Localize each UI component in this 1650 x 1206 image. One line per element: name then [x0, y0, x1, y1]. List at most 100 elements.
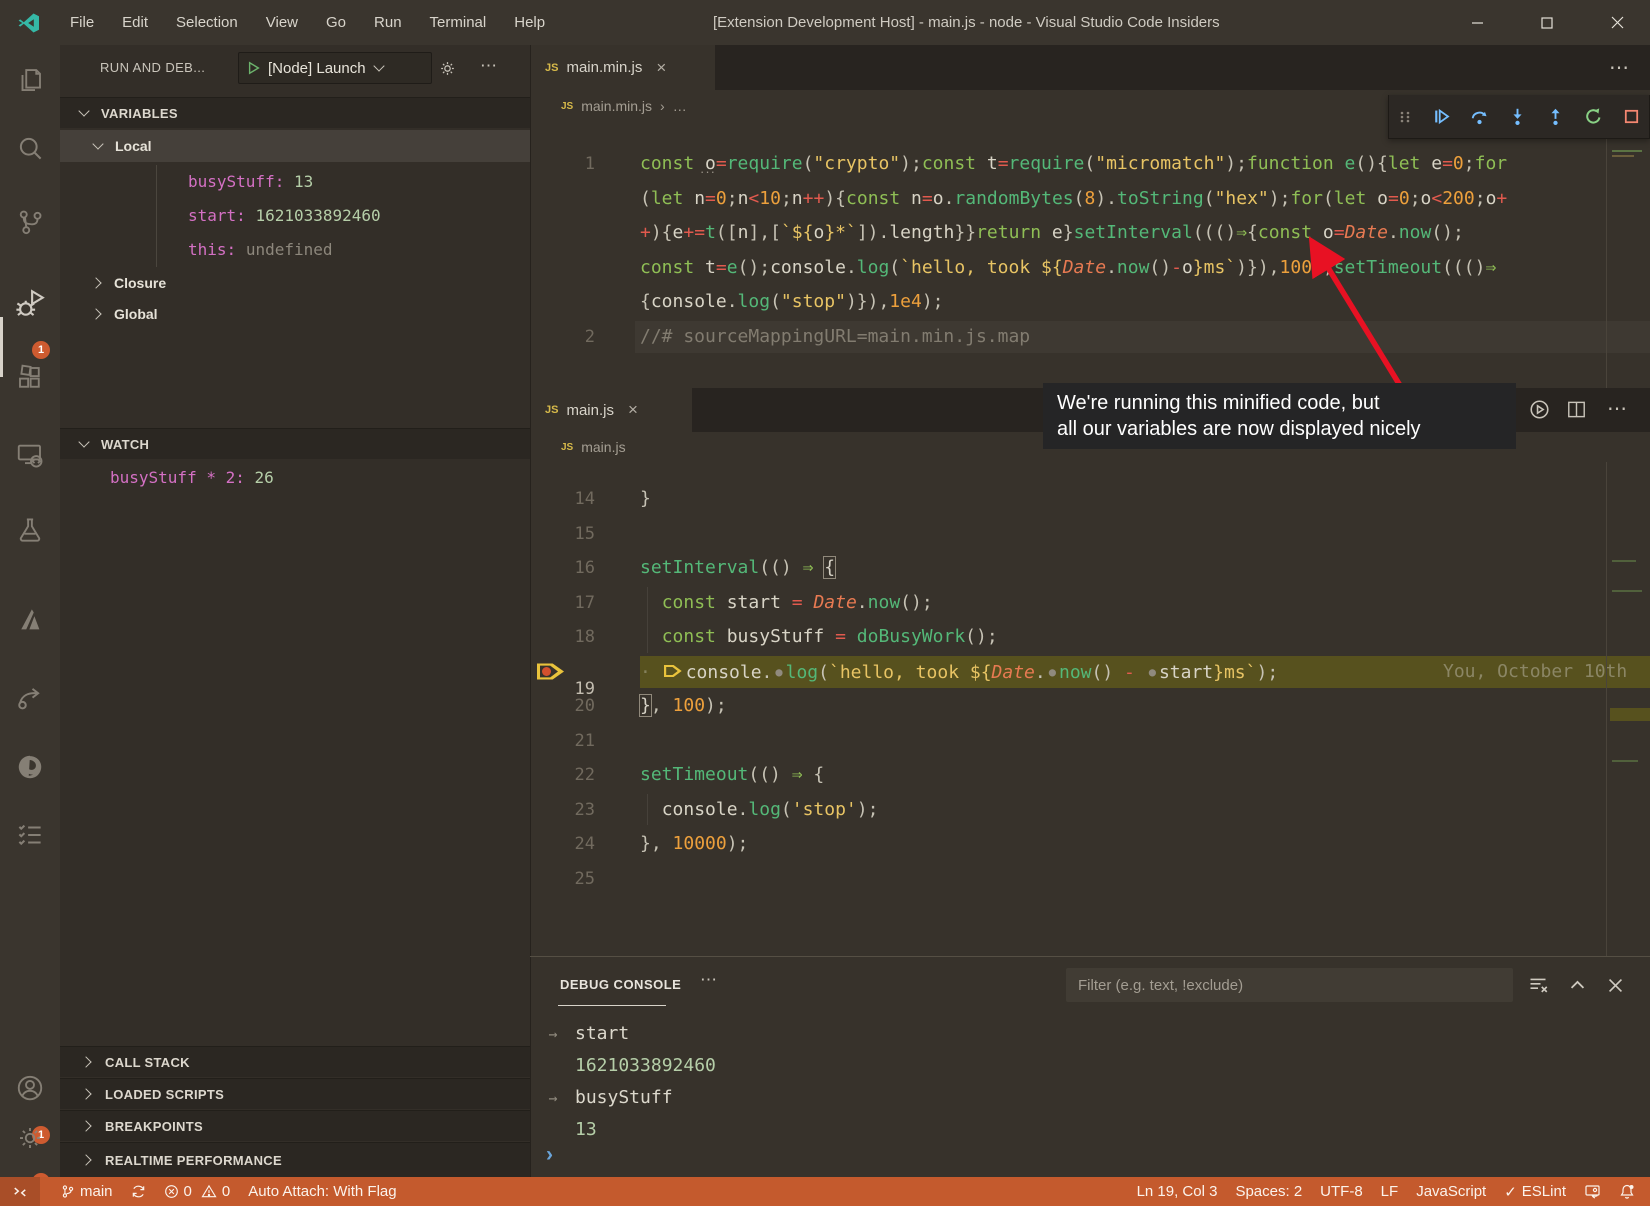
- maximize-button[interactable]: [1517, 0, 1577, 45]
- code-line[interactable]: const t=e();console.log(`hello, took ${D…: [530, 251, 1650, 286]
- variable-row[interactable]: start: 1621033892460: [188, 199, 381, 233]
- code-line[interactable]: 15: [530, 517, 1650, 552]
- variables-section-header[interactable]: VARIABLES: [60, 97, 530, 128]
- console-output-row[interactable]: 1621033892460: [530, 1050, 1650, 1082]
- code-line[interactable]: 24}, 10000);: [530, 827, 1650, 862]
- source-control-icon[interactable]: [15, 207, 45, 237]
- code-line[interactable]: 14}: [530, 482, 1650, 517]
- watch-section-header[interactable]: WATCH: [60, 428, 530, 459]
- sidebar-more-actions-icon[interactable]: ⋯: [480, 56, 498, 76]
- code-line[interactable]: 23 console.log('stop');: [530, 793, 1650, 828]
- editor-more-actions-icon[interactable]: ⋯: [1607, 396, 1628, 421]
- variable-row[interactable]: this: undefined: [188, 233, 333, 267]
- panel-top-border[interactable]: [530, 956, 1650, 957]
- feedback-button[interactable]: [1575, 1184, 1610, 1200]
- console-prompt-icon[interactable]: ›: [546, 1143, 553, 1167]
- menu-help[interactable]: Help: [500, 2, 559, 43]
- step-over-icon[interactable]: [1470, 107, 1489, 126]
- code-line[interactable]: 22setTimeout(() ⇒ {: [530, 758, 1650, 793]
- run-or-debug-icon[interactable]: [1529, 399, 1550, 420]
- toolbar-drag-handle-icon[interactable]: [1397, 109, 1413, 125]
- search-icon[interactable]: [15, 133, 45, 163]
- panel-collapse-chevron-icon[interactable]: [1568, 976, 1587, 995]
- continue-icon[interactable]: [1432, 107, 1451, 126]
- sync-button[interactable]: [122, 1184, 155, 1199]
- console-output-row[interactable]: 13: [530, 1114, 1650, 1146]
- notifications-button[interactable]: [1610, 1183, 1644, 1200]
- scope-closure-row[interactable]: Closure: [60, 267, 530, 298]
- problems-indicator[interactable]: 0 0: [155, 1183, 240, 1200]
- step-into-icon[interactable]: [1508, 107, 1527, 126]
- minimize-button[interactable]: [1447, 0, 1507, 45]
- menu-run[interactable]: Run: [360, 2, 416, 43]
- console-input-row[interactable]: →start: [530, 1018, 1650, 1050]
- breakpoints-section-header[interactable]: BREAKPOINTS: [60, 1110, 530, 1141]
- stop-icon[interactable]: [1622, 107, 1641, 126]
- code-line[interactable]: 16setInterval(() ⇒ {: [530, 551, 1650, 586]
- auto-attach-indicator[interactable]: Auto Attach: With Flag: [239, 1183, 405, 1200]
- loaded-scripts-section-header[interactable]: LOADED SCRIPTS: [60, 1078, 530, 1109]
- tab-close-icon[interactable]: ×: [656, 58, 666, 78]
- extensions-icon[interactable]: [15, 363, 45, 393]
- code-line[interactable]: 20}, 100);: [530, 689, 1650, 724]
- eol-indicator[interactable]: LF: [1372, 1183, 1408, 1200]
- encoding-indicator[interactable]: UTF-8: [1311, 1183, 1372, 1200]
- call-stack-section-header[interactable]: CALL STACK: [60, 1046, 530, 1077]
- accounts-icon[interactable]: [15, 1073, 45, 1103]
- clear-console-icon[interactable]: [1528, 975, 1548, 995]
- indentation-indicator[interactable]: Spaces: 2: [1226, 1183, 1311, 1200]
- close-panel-icon[interactable]: [1606, 976, 1625, 995]
- code-line[interactable]: {console.log("stop")}),1e4);: [530, 285, 1650, 320]
- restart-icon[interactable]: [1584, 107, 1603, 126]
- code-line[interactable]: 25: [530, 862, 1650, 897]
- task-list-icon[interactable]: [15, 820, 45, 850]
- scope-local-row[interactable]: Local: [60, 130, 530, 162]
- debug-settings-gear-icon[interactable]: [438, 59, 457, 78]
- explorer-icon[interactable]: [15, 65, 45, 95]
- azure-icon[interactable]: [15, 605, 45, 635]
- step-out-icon[interactable]: [1546, 107, 1565, 126]
- minimap-current-line-mark[interactable]: [1610, 708, 1650, 721]
- cursor-position-indicator[interactable]: Ln 19, Col 3: [1128, 1183, 1227, 1200]
- edge-browser-icon[interactable]: [15, 752, 45, 782]
- code-line[interactable]: 2//# sourceMappingURL=main.min.js.map: [530, 320, 1650, 355]
- scope-global-row[interactable]: Global: [60, 298, 530, 329]
- remote-explorer-icon[interactable]: [15, 440, 45, 470]
- start-debug-icon[interactable]: [247, 61, 261, 75]
- console-input-row[interactable]: →busyStuff: [530, 1082, 1650, 1114]
- tab-main-min-js[interactable]: JS main.min.js ×: [531, 45, 715, 90]
- code-line[interactable]: 17 const start = Date.now();: [530, 586, 1650, 621]
- editor-more-actions-icon[interactable]: ⋯: [1609, 55, 1630, 80]
- tab-close-icon[interactable]: ×: [628, 400, 638, 420]
- console-filter-input[interactable]: Filter (e.g. text, !exclude): [1066, 968, 1513, 1002]
- live-share-icon[interactable]: [15, 682, 45, 712]
- tab-main-js[interactable]: JS main.js ×: [531, 388, 692, 432]
- menu-go[interactable]: Go: [312, 2, 360, 43]
- panel-more-actions-icon[interactable]: ⋯: [700, 970, 718, 990]
- language-mode-indicator[interactable]: JavaScript: [1407, 1183, 1495, 1200]
- current-statement-breakpoint-icon[interactable]: [537, 662, 564, 681]
- debug-console-tab[interactable]: DEBUG CONSOLE: [560, 977, 681, 992]
- menu-file[interactable]: File: [56, 2, 108, 43]
- linter-indicator[interactable]: ✓ ESLint: [1495, 1183, 1575, 1201]
- test-beaker-icon[interactable]: [15, 515, 45, 545]
- branch-indicator[interactable]: main: [52, 1183, 122, 1200]
- watch-expression-row[interactable]: busyStuff * 2: 26: [110, 461, 274, 495]
- close-window-button[interactable]: [1587, 0, 1647, 45]
- realtime-performance-section-header[interactable]: REALTIME PERFORMANCE: [60, 1142, 530, 1177]
- split-editor-icon[interactable]: [1567, 400, 1586, 419]
- code-line[interactable]: 1const o=require("crypto");const t=requi…: [530, 147, 1650, 182]
- launch-config-dropdown[interactable]: [Node] Launch: [238, 52, 432, 84]
- code-line[interactable]: 21: [530, 724, 1650, 759]
- run-and-debug-icon[interactable]: [13, 287, 47, 321]
- code-line[interactable]: 18 const busyStuff = doBusyWork();: [530, 620, 1650, 655]
- code-line[interactable]: +){e+=t([n],[`${o}*`]).length}}return e}…: [530, 216, 1650, 251]
- code-line[interactable]: (let n=0;n<10;n++){const n=o.randomBytes…: [530, 182, 1650, 217]
- menu-view[interactable]: View: [252, 2, 312, 43]
- menu-selection[interactable]: Selection: [162, 2, 252, 43]
- menu-terminal[interactable]: Terminal: [416, 2, 501, 43]
- variable-row[interactable]: busyStuff: 13: [188, 165, 313, 199]
- settings-gear-icon[interactable]: [15, 1123, 45, 1153]
- code-line-current[interactable]: 19 · console.●log(`hello, took ${Date.●n…: [530, 655, 1650, 690]
- menu-edit[interactable]: Edit: [108, 2, 162, 43]
